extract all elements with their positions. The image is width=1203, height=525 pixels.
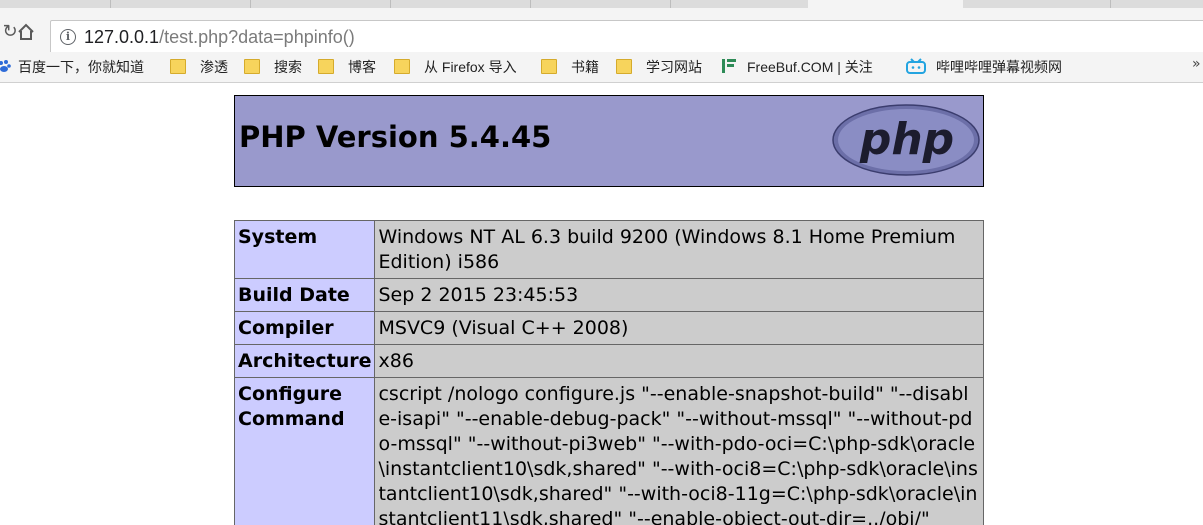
bookmark-label: 博客 bbox=[348, 59, 376, 75]
tab-strip bbox=[0, 0, 1203, 8]
bookmark-baidu[interactable]: 百度一下，你就知道 bbox=[0, 57, 144, 77]
phpinfo-header: PHP Version 5.4.45 php bbox=[234, 95, 984, 187]
folder-icon bbox=[616, 58, 632, 74]
row-value: Sep 2 2015 23:45:53 bbox=[374, 278, 984, 312]
freebuf-icon bbox=[722, 59, 736, 74]
bookmark-label: 渗透 bbox=[200, 59, 228, 75]
bookmark-folder-shentou[interactable]: 渗透 bbox=[170, 57, 228, 77]
bilibili-icon bbox=[906, 58, 926, 75]
bookmark-label: 书籍 bbox=[571, 59, 599, 75]
folder-icon bbox=[541, 58, 557, 74]
url-text[interactable]: 127.0.0.1/test.php?data=phpinfo() bbox=[84, 27, 355, 48]
row-key: System bbox=[233, 220, 376, 279]
php-logo-text: php bbox=[859, 114, 954, 165]
bookmark-label: 哔哩哔哩弹幕视频网 bbox=[936, 59, 1062, 75]
table-row: Compiler MSVC9 (Visual C++ 2008) bbox=[233, 311, 984, 345]
baidu-paw-icon bbox=[0, 60, 11, 73]
row-value: x86 bbox=[374, 344, 984, 378]
row-key: Architecture bbox=[233, 344, 376, 378]
bookmark-bilibili[interactable]: 哔哩哔哩弹幕视频网 bbox=[906, 57, 1062, 77]
bookmark-label: FreeBuf.COM | 关注 bbox=[747, 59, 873, 75]
tab-divider bbox=[250, 0, 251, 8]
bookmarks-overflow-button[interactable]: » bbox=[1192, 56, 1201, 72]
tab-divider bbox=[390, 0, 391, 8]
php-logo: php bbox=[832, 104, 980, 176]
bookmark-label: 从 Firefox 导入 bbox=[424, 59, 517, 75]
tab-divider bbox=[110, 0, 111, 8]
bookmark-folder-blog[interactable]: 博客 bbox=[318, 57, 376, 77]
table-row: System Windows NT AL 6.3 build 9200 (Win… bbox=[233, 220, 984, 279]
phpinfo-table: System Windows NT AL 6.3 build 9200 (Win… bbox=[233, 220, 984, 525]
row-value: cscript /nologo configure.js "--enable-s… bbox=[374, 377, 984, 525]
bookmark-label: 搜索 bbox=[274, 59, 302, 75]
row-key: Build Date bbox=[233, 278, 376, 312]
table-row: Configure Command cscript /nologo config… bbox=[233, 377, 984, 525]
address-bar[interactable]: i 127.0.0.1/test.php?data=phpinfo() bbox=[50, 20, 1203, 54]
home-button[interactable] bbox=[16, 22, 36, 42]
bookmark-label: 学习网站 bbox=[646, 59, 702, 75]
row-value: Windows NT AL 6.3 build 9200 (Windows 8.… bbox=[374, 220, 984, 279]
bookmark-label: 百度一下，你就知道 bbox=[18, 59, 144, 75]
tab-divider bbox=[1110, 0, 1111, 8]
page-title: PHP Version 5.4.45 bbox=[239, 120, 552, 154]
bookmark-folder-firefox-import[interactable]: 从 Firefox 导入 bbox=[394, 57, 517, 77]
folder-icon bbox=[170, 58, 186, 74]
url-host: 127.0.0.1 bbox=[84, 27, 160, 47]
bookmark-folder-search[interactable]: 搜索 bbox=[244, 57, 302, 77]
bookmark-freebuf[interactable]: FreeBuf.COM | 关注 bbox=[721, 57, 891, 77]
tab-divider bbox=[670, 0, 671, 8]
bookmark-folder-books[interactable]: 书籍 bbox=[541, 57, 599, 77]
url-path: /test.php?data=phpinfo() bbox=[159, 27, 355, 47]
row-value: MSVC9 (Visual C++ 2008) bbox=[374, 311, 984, 345]
info-icon[interactable]: i bbox=[60, 29, 76, 45]
bookmark-folder-study-sites[interactable]: 学习网站 bbox=[616, 57, 702, 77]
table-row: Build Date Sep 2 2015 23:45:53 bbox=[233, 278, 984, 312]
home-icon bbox=[18, 23, 34, 40]
bookmarks-bar: 百度一下，你就知道 渗透 搜索 博客 从 Firefox 导入 书籍 学习网站 … bbox=[0, 52, 1203, 83]
browser-toolbar: ↻ i 127.0.0.1/test.php?data=phpinfo() bbox=[0, 8, 1203, 54]
row-key: Configure Command bbox=[233, 377, 376, 525]
row-key: Compiler bbox=[233, 311, 376, 345]
folder-icon bbox=[244, 58, 260, 74]
active-tab[interactable] bbox=[808, 0, 963, 8]
folder-icon bbox=[318, 58, 334, 74]
tab-divider bbox=[530, 0, 531, 8]
page-content: PHP Version 5.4.45 php System Windows NT… bbox=[0, 83, 1203, 525]
table-row: Architecture x86 bbox=[233, 344, 984, 378]
folder-icon bbox=[394, 58, 410, 74]
